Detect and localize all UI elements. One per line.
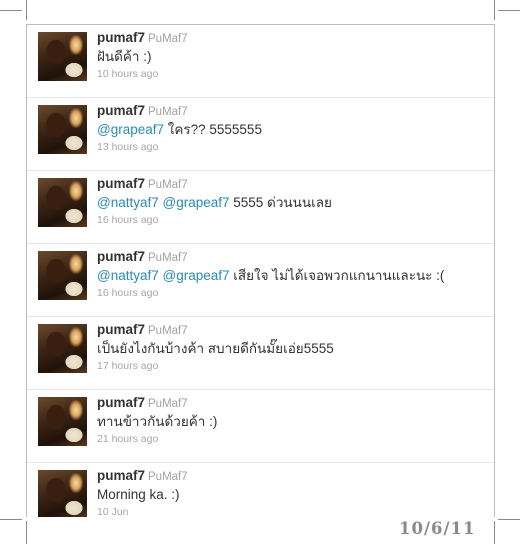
username-link[interactable]: pumaf7 — [97, 30, 145, 45]
tweet-item[interactable]: pumaf7 PuMaf7 @nattyaf7 @grapeaf7 เสียใจ ไ… — [27, 244, 494, 317]
tweet-text-segment: เสียใจ ไม่ได้เจอพวกแกนานและนะ :( — [229, 268, 445, 283]
tweet-item[interactable]: pumaf7 PuMaf7 ทานข้าวกันด้วยค้า :) 21 hours… — [27, 390, 494, 463]
screen-name: PuMaf7 — [148, 179, 188, 191]
username-link[interactable]: pumaf7 — [97, 468, 145, 483]
user-line: pumaf7 PuMaf7 — [97, 395, 188, 412]
timestamp-link[interactable]: 16 hours ago — [97, 214, 158, 226]
tweet-text: เป็นยังไงกันบ้างค้า สบายดีกันมั๊ยเอ่ย555… — [97, 340, 334, 358]
screen-name: PuMaf7 — [148, 398, 188, 410]
crop-mark — [0, 519, 22, 520]
avatar[interactable] — [38, 178, 87, 227]
timeline: pumaf7 PuMaf7 ฝันดีค้า :) 10 hours ago pumaf… — [26, 24, 495, 517]
crop-mark — [498, 519, 520, 520]
username-link[interactable]: pumaf7 — [97, 249, 145, 264]
tweet-text: Morning ka. :) — [97, 486, 180, 504]
avatar-light — [69, 254, 83, 274]
tweet-text: ทานข้าวกันด้วยค้า :) — [97, 413, 217, 431]
mention-link[interactable]: @grapeaf7 — [163, 195, 230, 210]
avatar[interactable] — [38, 251, 87, 300]
timestamp-link[interactable]: 10 Jun — [97, 506, 129, 517]
mention-link[interactable]: @nattyaf7 — [97, 195, 159, 210]
avatar-light — [69, 181, 83, 201]
mention-link[interactable]: @grapeaf7 — [97, 122, 164, 137]
timestamp-link[interactable]: 16 hours ago — [97, 287, 158, 299]
tweet-text-segment: เป็นยังไงกันบ้างค้า สบายดีกันมั๊ยเอ่ย555… — [97, 341, 334, 356]
tweet-item[interactable]: pumaf7 PuMaf7 @nattyaf7 @grapeaf7 5555 ด่ว… — [27, 171, 494, 244]
mention-link[interactable]: @grapeaf7 — [163, 268, 230, 283]
screen-name: PuMaf7 — [148, 325, 188, 337]
screen-name: PuMaf7 — [148, 471, 188, 483]
timestamp-link[interactable]: 21 hours ago — [97, 433, 158, 445]
username-link[interactable]: pumaf7 — [97, 395, 145, 410]
user-line: pumaf7 PuMaf7 — [97, 249, 188, 266]
username-link[interactable]: pumaf7 — [97, 322, 145, 337]
user-line: pumaf7 PuMaf7 — [97, 468, 188, 485]
avatar[interactable] — [38, 105, 87, 154]
avatar[interactable] — [38, 32, 87, 81]
tweet-text-segment: ฝันดีค้า :) — [97, 49, 152, 64]
tweet-text: @grapeaf7 ใคร?? 5555555 — [97, 121, 262, 139]
crop-mark — [0, 10, 22, 11]
tweet-item[interactable]: pumaf7 PuMaf7 เป็นยังไงกันบ้างค้า สบายดีกั… — [27, 317, 494, 390]
crop-mark — [26, 521, 27, 544]
mention-link[interactable]: @nattyaf7 — [97, 268, 159, 283]
tweet-text-segment: ใคร?? 5555555 — [164, 122, 262, 137]
avatar-light — [69, 35, 83, 55]
tweet-text-segment: ทานข้าวกันด้วยค้า :) — [97, 414, 218, 429]
avatar-light — [69, 327, 83, 347]
username-link[interactable]: pumaf7 — [97, 176, 145, 191]
crop-mark — [494, 521, 495, 544]
tweet-item[interactable]: pumaf7 PuMaf7 ฝันดีค้า :) 10 hours ago — [27, 25, 494, 98]
crop-mark — [26, 0, 27, 20]
timestamp-link[interactable]: 17 hours ago — [97, 360, 158, 372]
tweet-text: @nattyaf7 @grapeaf7 5555 ด่วนนนเลย — [97, 194, 332, 212]
tweet-text-segment: Morning ka. :) — [97, 487, 180, 502]
tweet-item[interactable]: pumaf7 PuMaf7 @grapeaf7 ใคร?? 5555555 13 ho… — [27, 98, 494, 171]
tweet-text-segment: 5555 ด่วนนนเลย — [229, 195, 332, 210]
date-stamp: 10/6/11 — [399, 519, 476, 538]
avatar-light — [69, 473, 83, 493]
crop-mark — [498, 10, 520, 11]
avatar[interactable] — [38, 397, 87, 446]
crop-mark — [494, 0, 495, 20]
timestamp-link[interactable]: 13 hours ago — [97, 141, 158, 153]
screen-name: PuMaf7 — [148, 252, 188, 264]
username-link[interactable]: pumaf7 — [97, 103, 145, 118]
user-line: pumaf7 PuMaf7 — [97, 322, 188, 339]
tweet-text: ฝันดีค้า :) — [97, 48, 152, 66]
timestamp-link[interactable]: 10 hours ago — [97, 68, 158, 80]
tweet-item[interactable]: pumaf7 PuMaf7 Morning ka. :) 10 Jun — [27, 463, 494, 517]
user-line: pumaf7 PuMaf7 — [97, 103, 188, 120]
tweet-text: @nattyaf7 @grapeaf7 เสียใจ ไม่ได้เจอพวกแ… — [97, 267, 444, 285]
user-line: pumaf7 PuMaf7 — [97, 176, 188, 193]
screen-name: PuMaf7 — [148, 33, 188, 45]
avatar[interactable] — [38, 324, 87, 373]
user-line: pumaf7 PuMaf7 — [97, 30, 188, 47]
avatar-light — [69, 108, 83, 128]
avatar[interactable] — [38, 470, 87, 517]
screen-name: PuMaf7 — [148, 106, 188, 118]
avatar-light — [69, 400, 83, 420]
